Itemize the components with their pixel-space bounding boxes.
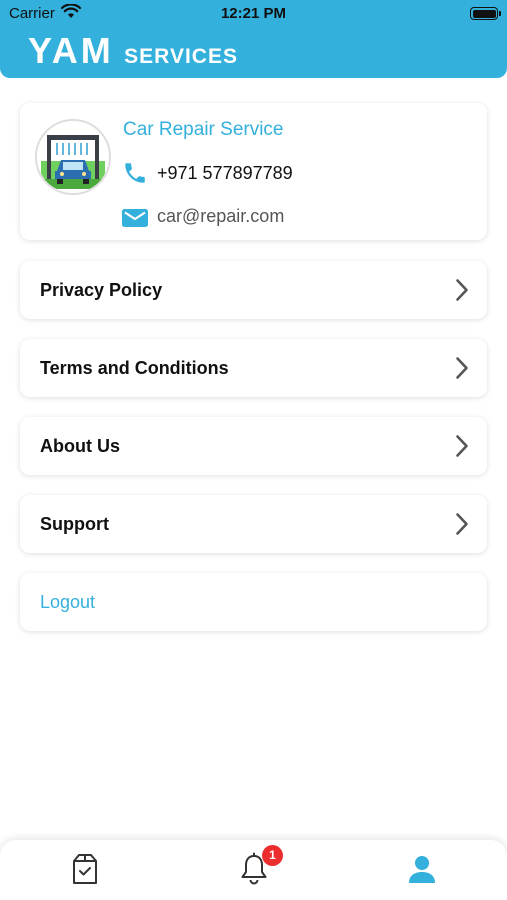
email-address[interactable]: car@repair.com <box>157 206 284 227</box>
menu-item-label: Privacy Policy <box>40 280 163 300</box>
chevron-right-icon <box>455 434 469 463</box>
logout-label: Logout <box>40 592 96 612</box>
brand-sub-text: SERVICES <box>124 45 238 68</box>
tab-orders[interactable] <box>65 852 105 892</box>
brand-logo: YAM SERVICES <box>28 30 238 72</box>
bottom-tab-bar <box>0 840 507 900</box>
status-time: 12:21 PM <box>220 5 287 22</box>
chevron-right-icon <box>455 278 469 307</box>
phone-number[interactable]: +971 577897789 <box>157 163 293 184</box>
tab-profile[interactable] <box>402 852 442 892</box>
orders-box-icon <box>65 852 105 886</box>
app-header: Carrier 12:21 PM YAM SERVICES <box>0 0 507 78</box>
menu-item-terms-and-conditions[interactable]: Terms and Conditions <box>20 339 487 397</box>
menu-item-about-us[interactable]: About Us <box>20 417 487 475</box>
car-wash-icon <box>35 119 111 195</box>
notification-badge: 1 <box>262 845 283 866</box>
brand-main-text: YAM <box>28 30 114 71</box>
menu-item-label: Terms and Conditions <box>40 358 229 378</box>
profile-card: Car Repair Service +971 577897789 car@re… <box>20 103 487 240</box>
chevron-right-icon <box>455 356 469 385</box>
mail-icon <box>122 207 148 234</box>
user-icon <box>402 852 442 886</box>
menu-item-label: Support <box>40 514 109 534</box>
status-bar: Carrier 12:21 PM <box>0 0 507 28</box>
chevron-right-icon <box>455 512 469 541</box>
menu-item-support[interactable]: Support <box>20 495 487 553</box>
phone-icon <box>122 160 148 191</box>
menu-item-privacy-policy[interactable]: Privacy Policy <box>20 261 487 319</box>
logout-button[interactable]: Logout <box>20 573 487 631</box>
service-name: Car Repair Service <box>123 119 284 140</box>
battery-icon <box>470 7 501 20</box>
menu-item-label: About Us <box>40 436 120 456</box>
